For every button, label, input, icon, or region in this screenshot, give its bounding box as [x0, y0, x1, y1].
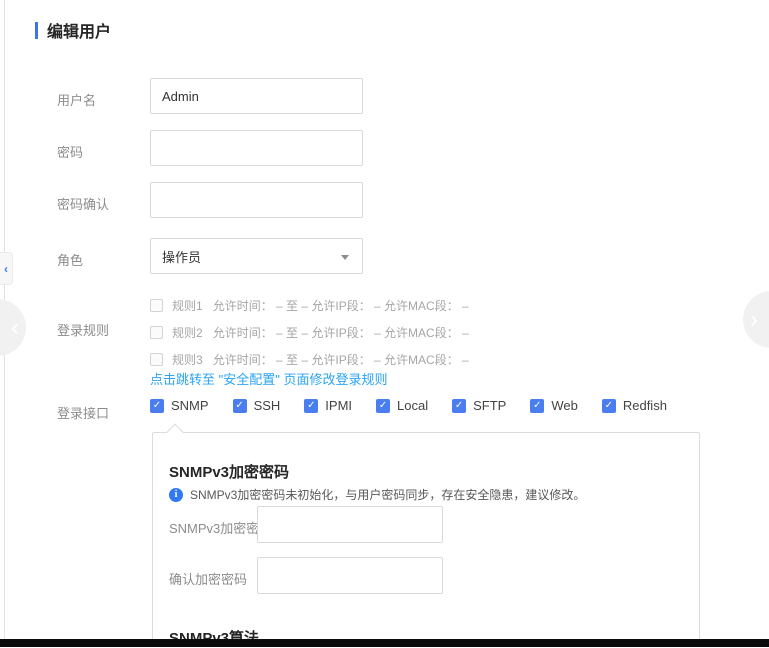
checkbox-checked-icon[interactable]: ✓: [150, 399, 164, 413]
page-title-text: 编辑用户: [47, 18, 111, 42]
role-select-value: 操作员: [162, 247, 201, 266]
role-select[interactable]: 操作员: [150, 238, 363, 274]
login-interfaces-group: ✓ SNMP ✓ SSH ✓ IPMI ✓ Local ✓ SFTP ✓ Web…: [150, 398, 691, 413]
checkbox-checked-icon[interactable]: ✓: [233, 399, 247, 413]
page-title: 编辑用户: [35, 18, 111, 42]
interface-option-label: SSH: [254, 398, 281, 413]
interface-option-ssh[interactable]: ✓ SSH: [233, 398, 281, 413]
rule-name: 规则3: [172, 351, 203, 368]
checkbox-checked-icon[interactable]: ✓: [376, 399, 390, 413]
title-accent-bar: [35, 22, 38, 39]
chevron-down-icon: [341, 255, 349, 260]
checkbox-checked-icon[interactable]: ✓: [530, 399, 544, 413]
rule-detail: 允许时间： – 至 – 允许IP段： – 允许MAC段： –: [213, 297, 469, 314]
snmpv3-info-text: SNMPv3加密密码未初始化，与用户密码同步，存在安全隐患，建议修改。: [190, 486, 585, 503]
info-icon: i: [169, 488, 183, 502]
check-icon: ✓: [379, 401, 387, 411]
password-confirm-label: 密码确认: [57, 194, 109, 213]
rule-detail: 允许时间： – 至 – 允许IP段： – 允许MAC段： –: [213, 324, 469, 341]
interface-option-label: Redfish: [623, 398, 667, 413]
interface-option-ipmi[interactable]: ✓ IPMI: [304, 398, 352, 413]
interface-option-web[interactable]: ✓ Web: [530, 398, 578, 413]
checkbox-checked-icon[interactable]: ✓: [602, 399, 616, 413]
snmpv3-password-confirm-input[interactable]: [257, 557, 443, 594]
carousel-prev-button[interactable]: ‹: [0, 299, 26, 356]
sidebar-collapse-handle[interactable]: ‹: [0, 252, 13, 285]
carousel-next-button[interactable]: ›: [743, 291, 769, 348]
checkbox-unchecked-icon[interactable]: [150, 326, 163, 339]
checkbox-checked-icon[interactable]: ✓: [304, 399, 318, 413]
snmpv3-password-input[interactable]: [257, 506, 443, 543]
interface-option-label: Local: [397, 398, 428, 413]
interface-option-label: SNMP: [171, 398, 209, 413]
password-input[interactable]: [150, 130, 363, 166]
interface-option-label: Web: [551, 398, 578, 413]
security-config-link[interactable]: 点击跳转至 "安全配置" 页面修改登录规则: [150, 369, 387, 388]
check-icon: ✓: [307, 401, 315, 411]
password-label: 密码: [57, 142, 83, 161]
snmpv3-panel: SNMPv3加密密码 i SNMPv3加密密码未初始化，与用户密码同步，存在安全…: [152, 432, 700, 647]
username-input[interactable]: [150, 78, 363, 114]
interface-option-label: SFTP: [473, 398, 506, 413]
rule-detail: 允许时间： – 至 – 允许IP段： – 允许MAC段： –: [213, 351, 469, 368]
rule-row-2[interactable]: 规则2 允许时间： – 至 – 允许IP段： – 允许MAC段： –: [150, 319, 469, 346]
chevron-right-icon: ›: [750, 306, 758, 334]
checkbox-unchecked-icon[interactable]: [150, 299, 163, 312]
panel-notch: [167, 424, 184, 441]
chevron-left-icon: ‹: [11, 314, 19, 342]
check-icon: ✓: [455, 401, 463, 411]
check-icon: ✓: [235, 401, 243, 411]
login-rules-label: 登录规则: [57, 320, 109, 339]
interface-option-sftp[interactable]: ✓ SFTP: [452, 398, 506, 413]
login-interfaces-label: 登录接口: [57, 403, 109, 422]
password-confirm-input[interactable]: [150, 182, 363, 218]
snmpv3-password-confirm-label: 确认加密密码: [169, 569, 247, 588]
interface-option-redfish[interactable]: ✓ Redfish: [602, 398, 667, 413]
role-label: 角色: [57, 250, 83, 269]
username-label: 用户名: [57, 90, 96, 109]
check-icon: ✓: [533, 401, 541, 411]
rule-name: 规则1: [172, 297, 203, 314]
check-icon: ✓: [605, 401, 613, 411]
rule-name: 规则2: [172, 324, 203, 341]
checkbox-checked-icon[interactable]: ✓: [452, 399, 466, 413]
check-icon: ✓: [153, 401, 161, 411]
bottom-black-bar: [0, 639, 769, 647]
interface-option-local[interactable]: ✓ Local: [376, 398, 428, 413]
checkbox-unchecked-icon[interactable]: [150, 353, 163, 366]
rule-row-1[interactable]: 规则1 允许时间： – 至 – 允许IP段： – 允许MAC段： –: [150, 292, 469, 319]
snmpv3-panel-title: SNMPv3加密密码: [169, 461, 289, 482]
interface-option-label: IPMI: [325, 398, 352, 413]
interface-option-snmp[interactable]: ✓ SNMP: [150, 398, 209, 413]
chevron-left-icon: ‹: [4, 262, 8, 276]
snmpv3-info-row: i SNMPv3加密密码未初始化，与用户密码同步，存在安全隐患，建议修改。: [169, 486, 585, 503]
login-rules-list: 规则1 允许时间： – 至 – 允许IP段： – 允许MAC段： – 规则2 允…: [150, 292, 469, 373]
